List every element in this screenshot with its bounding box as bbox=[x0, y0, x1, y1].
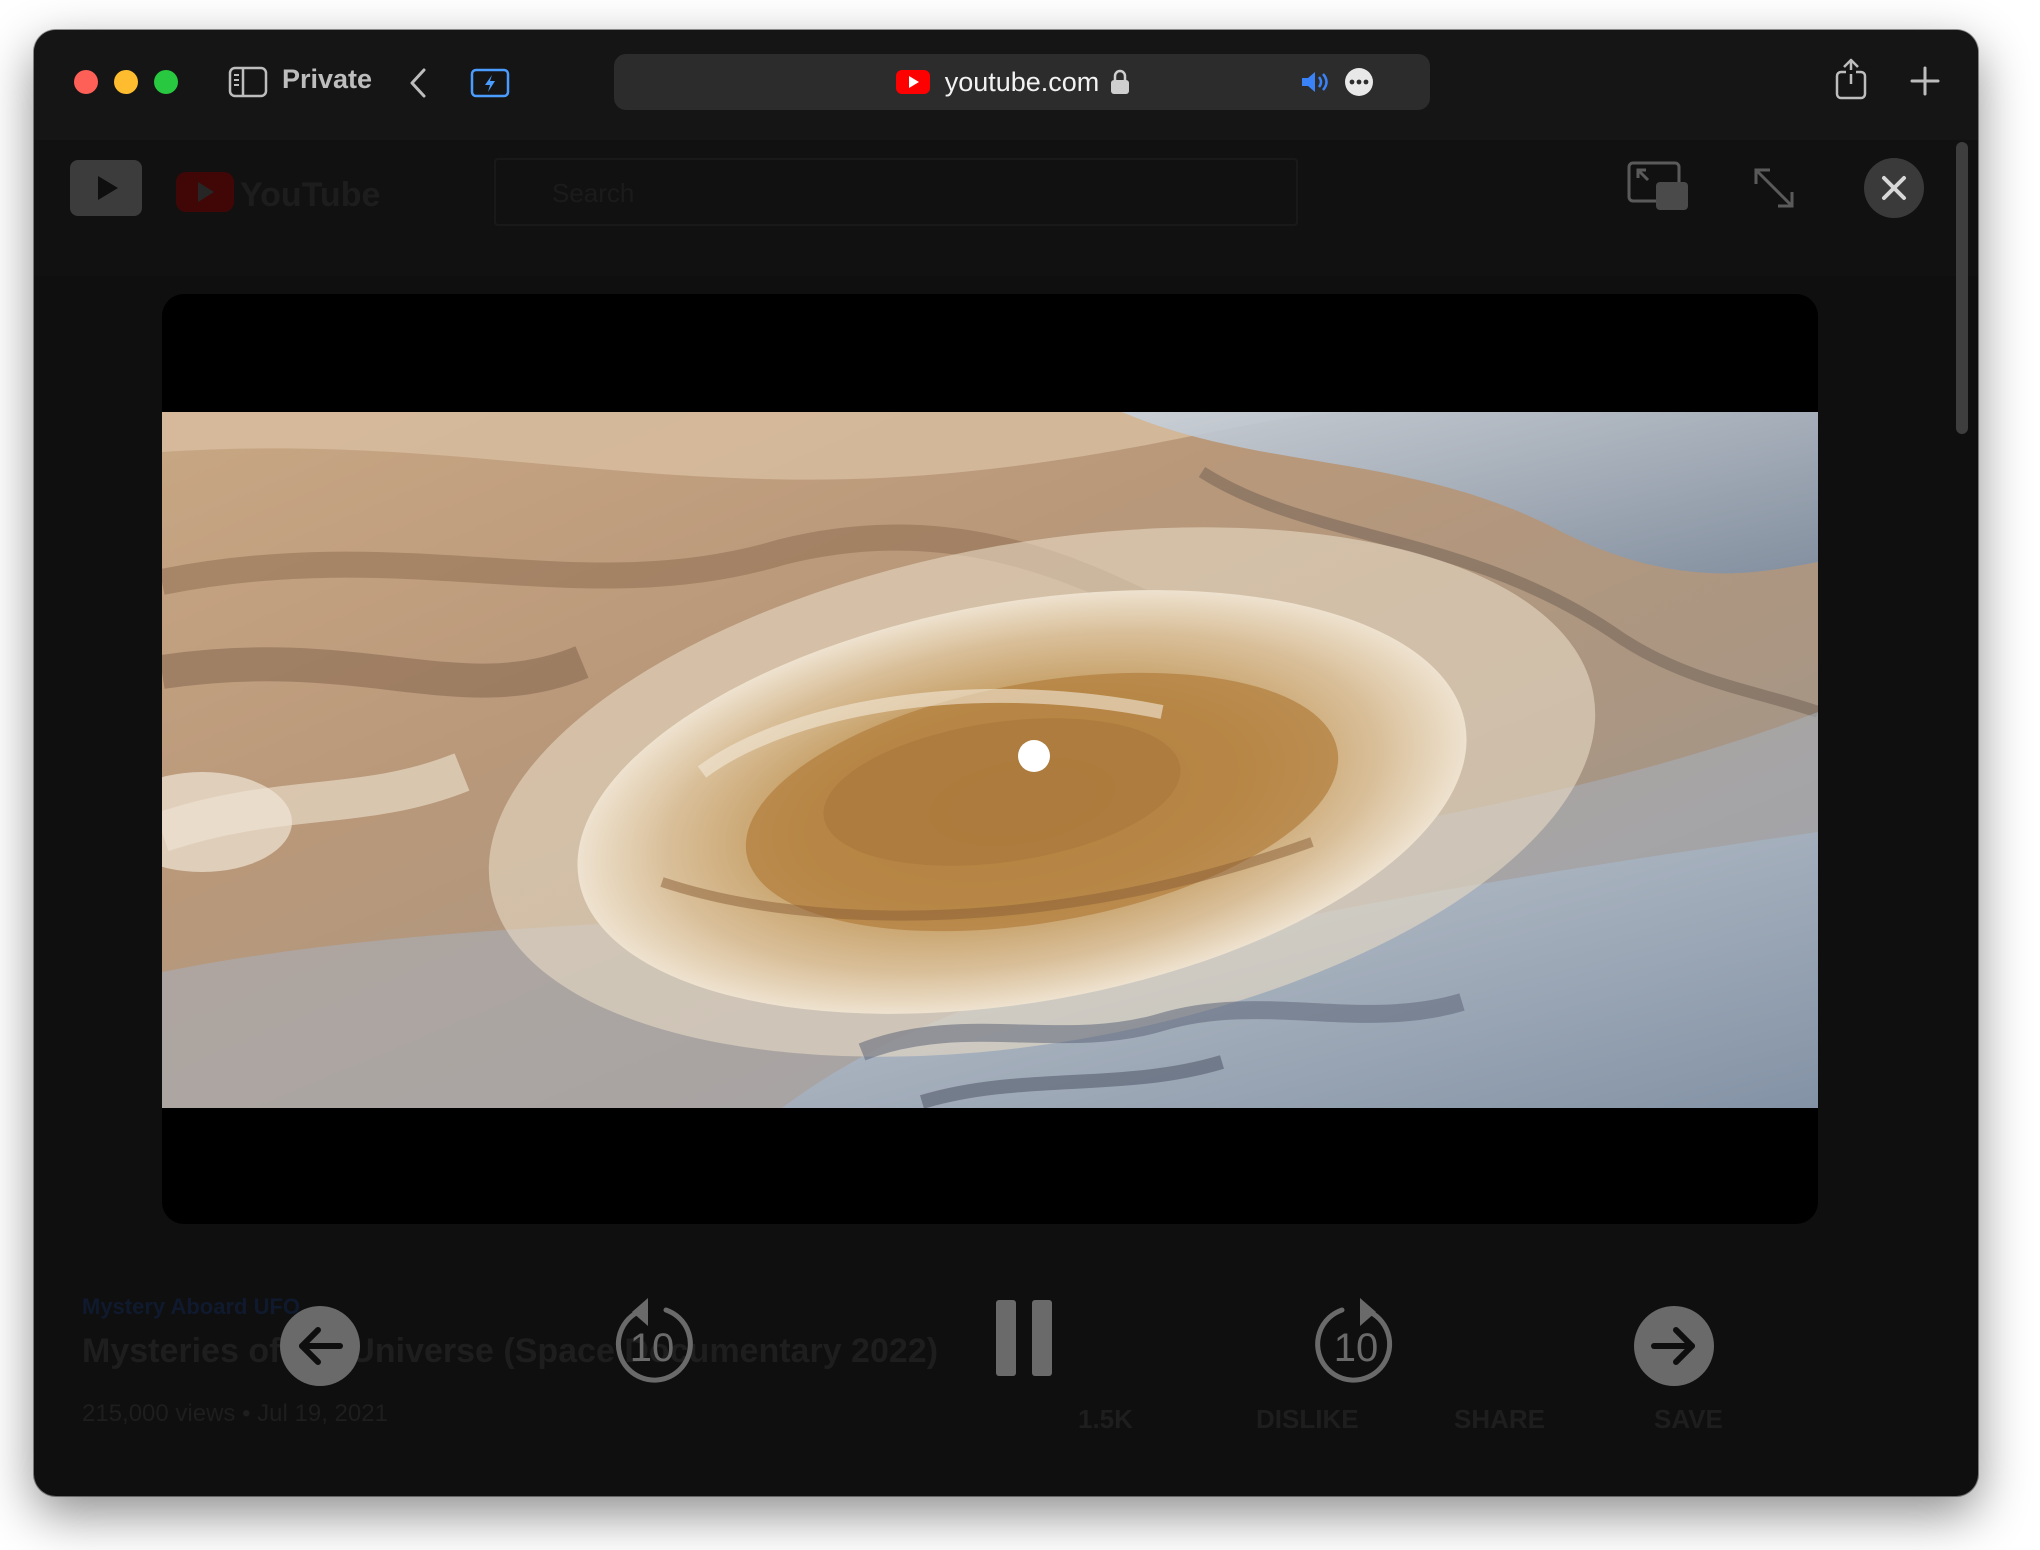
like-count: 1.5K bbox=[1078, 1404, 1133, 1434]
youtube-logo-text: YouTube bbox=[240, 176, 381, 214]
picture-in-picture-icon[interactable] bbox=[1626, 160, 1690, 217]
zoom-window-button[interactable] bbox=[154, 70, 178, 94]
lock-icon bbox=[1110, 68, 1130, 101]
address-bar[interactable]: youtube.com bbox=[614, 54, 1430, 110]
page-scrollbar[interactable] bbox=[1956, 142, 1968, 434]
share-icon[interactable] bbox=[1834, 58, 1868, 105]
new-tab-plus-icon[interactable] bbox=[1910, 66, 1940, 101]
speaker-volume-icon[interactable] bbox=[1300, 70, 1330, 99]
back-chevron-icon[interactable] bbox=[406, 66, 430, 105]
video-player[interactable] bbox=[162, 294, 1818, 1224]
close-window-button[interactable] bbox=[74, 70, 98, 94]
skip-back-seconds: 10 bbox=[629, 1326, 675, 1370]
save-label: SAVE bbox=[1654, 1404, 1723, 1434]
next-button[interactable] bbox=[1634, 1306, 1714, 1386]
share-label: SHARE bbox=[1454, 1404, 1546, 1434]
dislike-label: DISLIKE bbox=[1256, 1404, 1359, 1434]
skip-forward-button[interactable]: 10 bbox=[1312, 1290, 1400, 1386]
channel-link: Mystery Aboard UFO bbox=[82, 1294, 301, 1319]
close-viewer-button[interactable] bbox=[1864, 158, 1924, 218]
minimize-window-button[interactable] bbox=[114, 70, 138, 94]
youtube-logo-icon bbox=[176, 172, 234, 217]
youtube-search-input: Search bbox=[494, 158, 1298, 226]
private-label: Private bbox=[282, 64, 373, 94]
views-and-date: 215,000 views • Jul 19, 2021 bbox=[82, 1400, 388, 1427]
expand-fullscreen-icon[interactable] bbox=[1750, 164, 1798, 217]
more-options-icon[interactable] bbox=[1344, 67, 1374, 102]
video-title: Mysteries of the Universe (Space Documen… bbox=[82, 1332, 939, 1370]
previous-button[interactable] bbox=[280, 1306, 360, 1386]
video-frame-jupiter-storm bbox=[162, 412, 1818, 1108]
skip-forward-seconds: 10 bbox=[1333, 1326, 1379, 1370]
sidebar-toggle-icon[interactable] bbox=[228, 66, 268, 103]
highlights-icon[interactable] bbox=[470, 68, 510, 103]
pause-button[interactable] bbox=[992, 1296, 1056, 1380]
play-thumbnail-button[interactable] bbox=[70, 160, 142, 216]
browser-window: Private youtube.com YouTube Search Myste… bbox=[34, 30, 1978, 1496]
skip-back-button[interactable]: 10 bbox=[608, 1290, 696, 1386]
browser-toolbar: Private youtube.com bbox=[34, 30, 1978, 140]
